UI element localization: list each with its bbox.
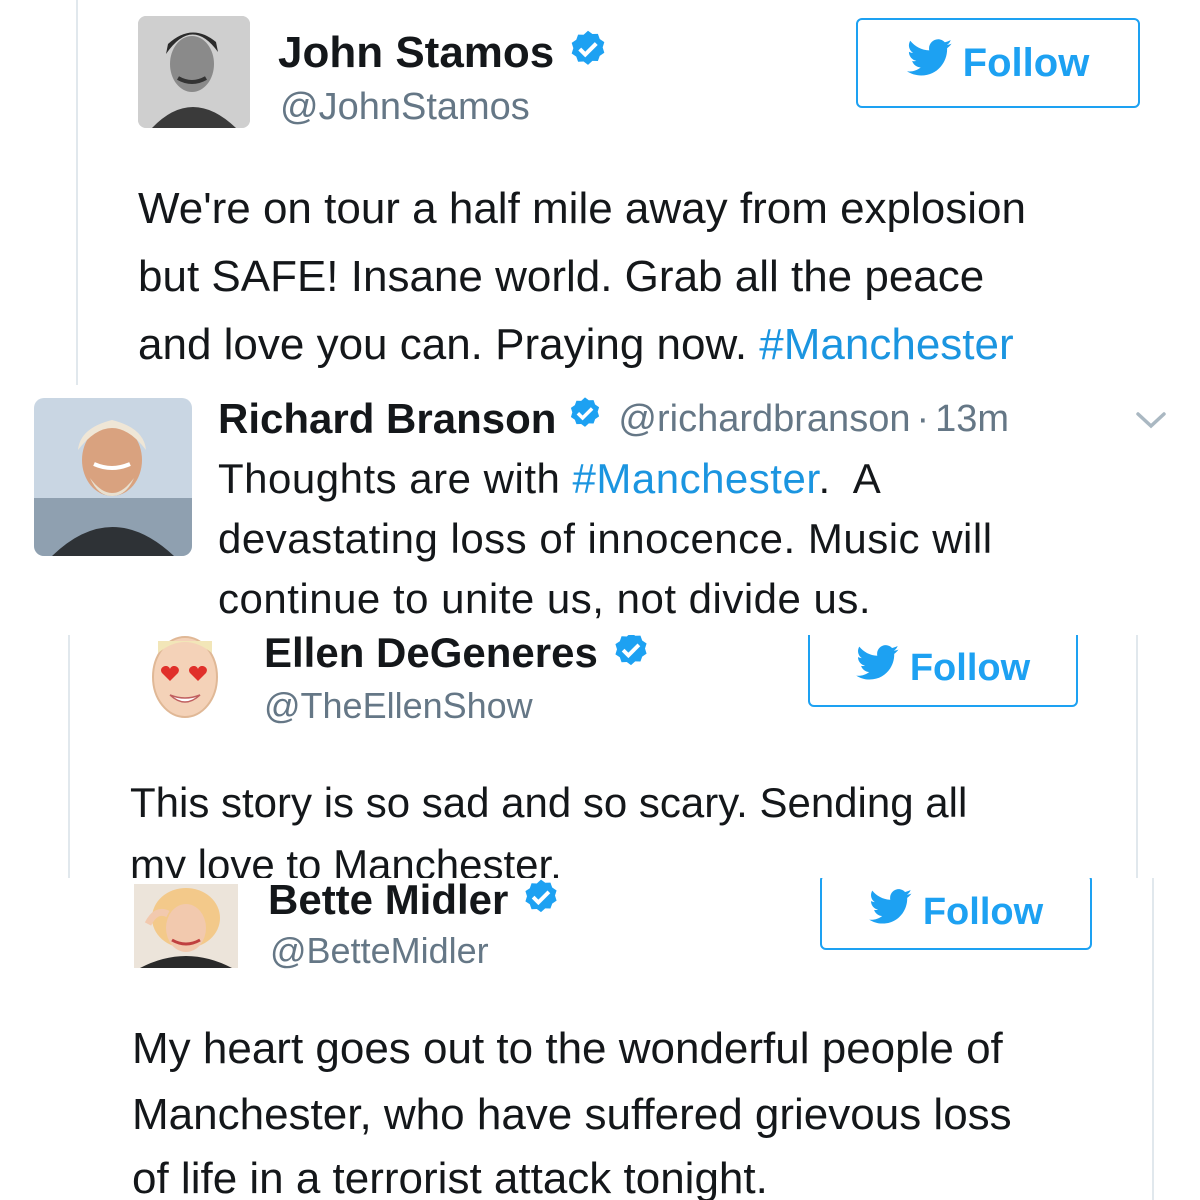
twitter-bird-icon: [856, 645, 900, 691]
twitter-bird-icon: [869, 889, 913, 935]
display-name[interactable]: Ellen DeGeneres: [264, 635, 652, 682]
tweet-text-line: but SAFE! Insane world. Grab all the pea…: [138, 252, 985, 301]
tweet-card-richard-branson: Richard Branson @richardbranson · 13m Th…: [0, 385, 1200, 635]
card-border-right: [1136, 635, 1138, 878]
verified-badge-icon: [566, 28, 610, 83]
tweet-header: Richard Branson @richardbranson · 13m: [218, 395, 1009, 443]
time-separator: ·: [916, 397, 930, 440]
avatar-richard-branson[interactable]: [34, 398, 192, 556]
follow-button[interactable]: Follow: [808, 635, 1078, 707]
avatar-ellen-degeneres[interactable]: [140, 635, 230, 725]
tweet-text-line: my love to Manchester.: [130, 841, 562, 878]
tweet-text-line: We're on tour a half mile away from expl…: [138, 184, 1026, 233]
card-border-left: [76, 0, 78, 385]
follow-button[interactable]: Follow: [856, 18, 1140, 108]
chevron-down-icon[interactable]: [1134, 409, 1168, 436]
handle[interactable]: @TheEllenShow: [264, 685, 533, 727]
tweet-text-line: continue to unite us, not divide us.: [218, 575, 872, 622]
tweet-text-line: Manchester, who have suffered grievous l…: [132, 1090, 1012, 1139]
tweet-card-ellen-degeneres: Ellen DeGeneres @TheEllenShow Follow Thi…: [0, 635, 1200, 878]
tweet-text-line: of life in a terrorist attack tonight.: [132, 1154, 768, 1200]
verified-badge-icon: [610, 635, 652, 682]
display-name[interactable]: John Stamos: [278, 28, 610, 83]
tweet-card-bette-midler: Bette Midler @BetteMidler Follow My hear…: [0, 878, 1200, 1200]
verified-badge-icon: [566, 395, 604, 443]
tweet-text-line: Thoughts are with #Manchester. A: [218, 455, 882, 502]
tweet-text-line: devastating loss of innocence. Music wil…: [218, 515, 993, 562]
avatar-john-stamos[interactable]: [138, 16, 250, 128]
twitter-bird-icon: [906, 39, 953, 87]
handle[interactable]: @richardbranson: [618, 398, 910, 441]
card-border-right: [1152, 878, 1154, 1200]
hashtag-link[interactable]: #Manchester: [759, 320, 1013, 369]
follow-button[interactable]: Follow: [820, 878, 1092, 950]
tweet-text-line: This story is so sad and so scary. Sendi…: [130, 779, 968, 826]
tweet-card-john-stamos: John Stamos @JohnStamos Follow We're on …: [0, 0, 1200, 385]
avatar-bette-midler[interactable]: [134, 884, 238, 968]
card-border-left: [68, 635, 70, 878]
tweet-text-line: My heart goes out to the wonderful peopl…: [132, 1024, 1003, 1073]
display-name[interactable]: Bette Midler: [268, 878, 562, 929]
timestamp[interactable]: 13m: [935, 398, 1009, 441]
hashtag-link[interactable]: #Manchester: [573, 455, 819, 502]
handle[interactable]: @BetteMidler: [270, 930, 489, 972]
handle[interactable]: @JohnStamos: [280, 86, 530, 129]
verified-badge-icon: [520, 878, 562, 929]
tweet-text-line: and love you can. Praying now. #Manchest…: [138, 320, 1014, 369]
display-name[interactable]: Richard Branson: [218, 395, 556, 443]
